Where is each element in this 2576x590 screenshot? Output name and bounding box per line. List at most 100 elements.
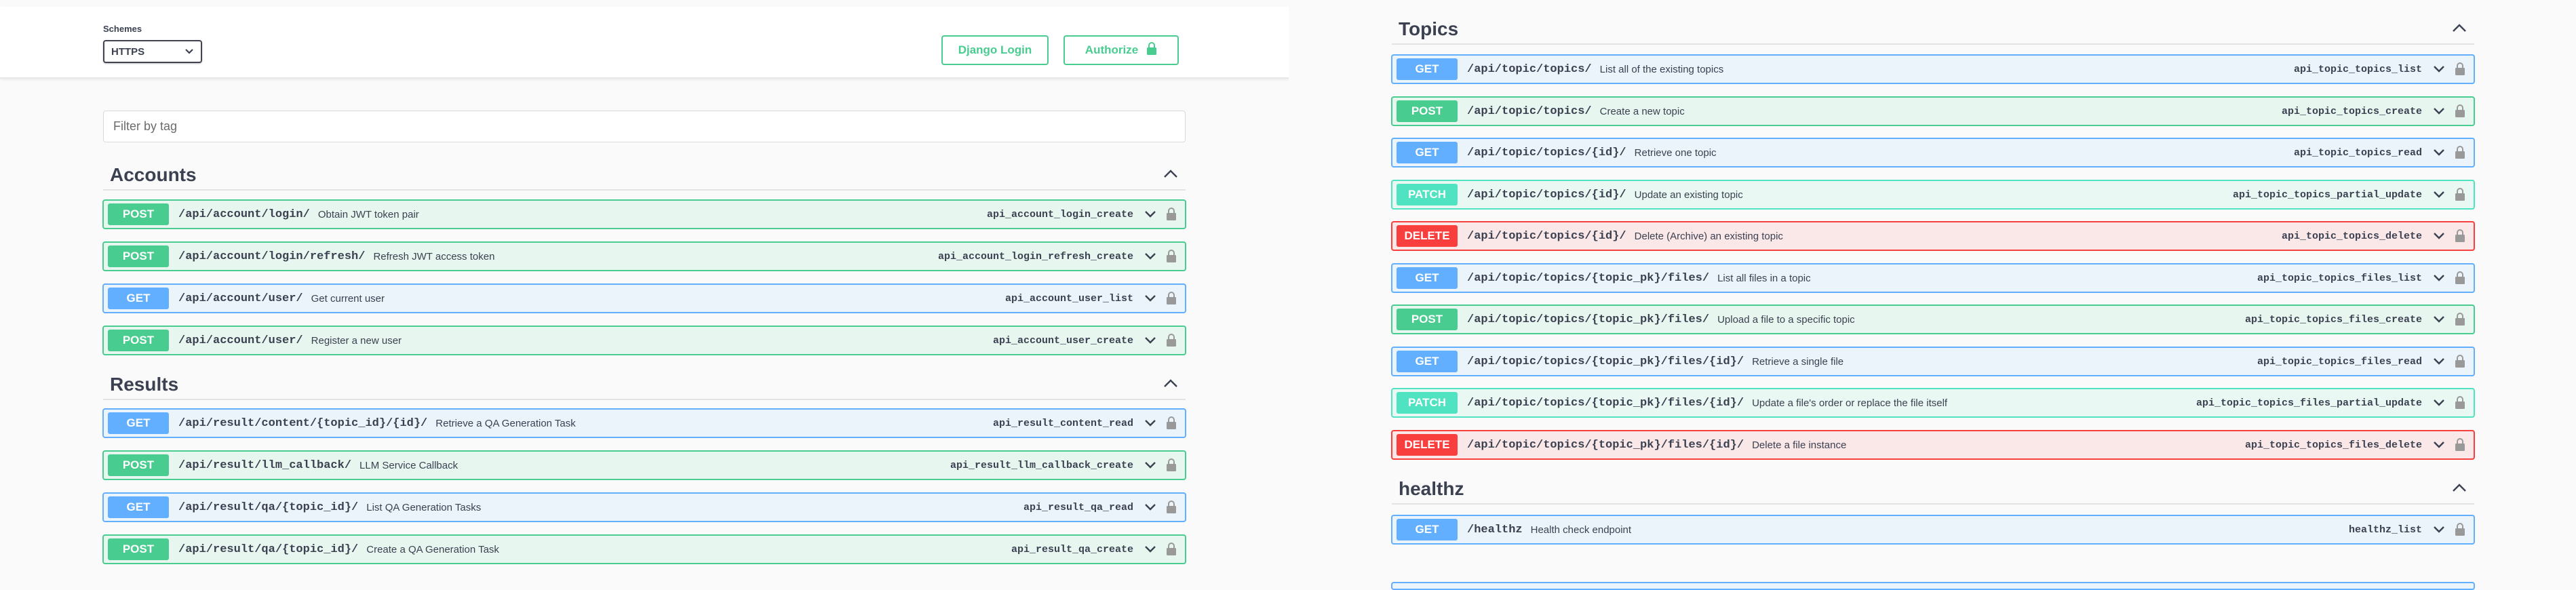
operation-row[interactable]: GET/api/topic/topics/{id}/ Retrieve one t… bbox=[1391, 138, 2475, 168]
operation-id: api_topic_topics_delete bbox=[2281, 230, 2422, 242]
chevron-down-icon[interactable] bbox=[1143, 458, 1158, 473]
lock-icon[interactable] bbox=[2455, 146, 2465, 159]
method-badge: GET bbox=[1397, 142, 1458, 163]
operation-path: /api/result/qa/{topic_id}/ bbox=[178, 500, 359, 514]
chevron-down-icon[interactable] bbox=[1143, 291, 1158, 306]
chevron-up-icon[interactable] bbox=[1163, 168, 1179, 182]
schemes-select[interactable]: HTTPS bbox=[103, 40, 202, 63]
lock-icon[interactable] bbox=[2455, 438, 2465, 452]
operation-id: api_result_qa_read bbox=[1023, 501, 1133, 513]
chevron-down-icon[interactable] bbox=[2432, 229, 2446, 243]
lock-icon[interactable] bbox=[2455, 188, 2465, 201]
chevron-down-icon[interactable] bbox=[2432, 145, 2446, 160]
operation-row[interactable]: DELETE/api/topic/topics/{topic_pk}/files… bbox=[1391, 430, 2475, 460]
chevron-down-icon[interactable] bbox=[2432, 312, 2446, 327]
operation-summary: Create a new topic bbox=[1599, 105, 1685, 117]
operation-summary: Retrieve a QA Generation Task bbox=[435, 417, 576, 429]
chevron-up-icon[interactable] bbox=[1163, 378, 1179, 392]
chevron-down-icon[interactable] bbox=[2432, 354, 2446, 369]
operation-id: api_result_qa_create bbox=[1011, 543, 1133, 555]
right-pane: Topics GET/api/topic/topics/List all of … bbox=[1289, 0, 2576, 590]
operation-row[interactable]: POST/api/account/login/refresh/Refresh J… bbox=[102, 241, 1186, 271]
filter-by-tag-input[interactable] bbox=[103, 111, 1186, 142]
django-login-button[interactable]: Django Login bbox=[941, 35, 1049, 65]
operation-row[interactable]: DELETE/api/topic/topics/{id}/ Delete (Arc… bbox=[1391, 221, 2475, 251]
lock-icon[interactable] bbox=[2455, 62, 2465, 76]
lock-icon[interactable] bbox=[1166, 458, 1177, 472]
operation-path: /api/account/user/ bbox=[178, 334, 303, 347]
method-badge: DELETE bbox=[1397, 225, 1458, 247]
lock-icon[interactable] bbox=[2455, 104, 2465, 118]
operation-row[interactable]: GET/api/topic/topics/{topic_pk}/files/Li… bbox=[1391, 263, 2475, 293]
method-badge: POST bbox=[1397, 100, 1458, 122]
schemes-label: Schemes bbox=[103, 24, 142, 34]
lock-icon[interactable] bbox=[2455, 523, 2465, 536]
operation-row[interactable]: PATCH/api/topic/topics/{id}/ Update an ex… bbox=[1391, 180, 2475, 210]
chevron-down-icon[interactable] bbox=[2432, 187, 2446, 202]
operation-summary: Retrieve a single file bbox=[1752, 355, 1844, 368]
operation-path: /api/account/user/ bbox=[178, 292, 303, 305]
chevron-up-icon[interactable] bbox=[2451, 482, 2467, 496]
operation-row[interactable]: GET/api/topic/topics/List all of the exi… bbox=[1391, 54, 2475, 84]
operation-summary: LLM Service Callback bbox=[359, 459, 458, 471]
lock-icon[interactable] bbox=[1166, 208, 1177, 221]
operation-id: api_account_login_refresh_create bbox=[937, 250, 1133, 262]
operation-path: /api/account/login/refresh/ bbox=[178, 250, 366, 263]
operation-summary: Retrieve one topic bbox=[1634, 146, 1717, 159]
lock-icon[interactable] bbox=[2455, 313, 2465, 326]
operation-row[interactable]: PATCH/api/topic/topics/{topic_pk}/files/… bbox=[1391, 388, 2475, 418]
lock-icon[interactable] bbox=[2455, 396, 2465, 410]
chevron-down-icon[interactable] bbox=[1143, 249, 1158, 264]
operation-row[interactable]: GET/api/account/user/Get current user api… bbox=[102, 283, 1186, 313]
chevron-down-icon[interactable] bbox=[1143, 500, 1158, 515]
operation-row[interactable]: POST/api/account/user/Register a new use… bbox=[102, 326, 1186, 355]
lock-icon[interactable] bbox=[1166, 543, 1177, 556]
operation-row[interactable]: GET/api/topic/topics/{topic_pk}/files/{i… bbox=[1391, 347, 2475, 376]
tag-header-topics[interactable]: Topics bbox=[1392, 15, 2474, 45]
chevron-down-icon[interactable] bbox=[1143, 542, 1158, 557]
lock-icon[interactable] bbox=[1166, 292, 1177, 305]
operation-row[interactable]: POST/api/account/login/Obtain JWT token … bbox=[102, 199, 1186, 229]
lock-icon[interactable] bbox=[1166, 500, 1177, 514]
operation-summary: Delete a file instance bbox=[1752, 439, 1847, 451]
method-badge: GET bbox=[1397, 58, 1458, 80]
chevron-down-icon[interactable] bbox=[1143, 333, 1158, 348]
operation-row[interactable]: GET/healthz Health check endpoint healthz_… bbox=[1391, 515, 2475, 545]
operation-id: api_topic_topics_files_read bbox=[2257, 355, 2422, 368]
chevron-down-icon[interactable] bbox=[2432, 437, 2446, 452]
lock-icon[interactable] bbox=[1166, 334, 1177, 347]
chevron-down-icon[interactable] bbox=[2432, 104, 2446, 119]
lock-icon[interactable] bbox=[1166, 250, 1177, 263]
operation-path: /api/result/qa/{topic_id}/ bbox=[178, 543, 359, 556]
tag-header-accounts[interactable]: Accounts bbox=[103, 161, 1186, 191]
operation-summary: Obtain JWT token pair bbox=[317, 208, 419, 220]
authorize-label: Authorize bbox=[1085, 43, 1139, 56]
operation-row[interactable]: GET/api/result/qa/{topic_id}/ List QA Gen… bbox=[102, 492, 1186, 522]
operation-summary: List all of the existing topics bbox=[1599, 63, 1724, 75]
chevron-down-icon[interactable] bbox=[2432, 62, 2446, 77]
lock-icon[interactable] bbox=[2455, 271, 2465, 285]
chevron-down-icon[interactable] bbox=[2432, 395, 2446, 410]
chevron-up-icon[interactable] bbox=[2451, 22, 2467, 37]
operation-path: /api/result/content/{topic_id}/{id}/ bbox=[178, 416, 428, 430]
lock-icon[interactable] bbox=[2455, 229, 2465, 243]
chevron-down-icon[interactable] bbox=[2432, 271, 2446, 286]
operation-row[interactable]: POST/api/topic/topics/Create a new topic… bbox=[1391, 96, 2475, 126]
operation-summary: Update an existing topic bbox=[1634, 189, 1743, 201]
authorize-button[interactable]: Authorize bbox=[1063, 35, 1179, 65]
chevron-down-icon[interactable] bbox=[2432, 522, 2446, 537]
lock-icon[interactable] bbox=[1166, 416, 1177, 430]
lock-icon[interactable] bbox=[2455, 355, 2465, 368]
chevron-down-icon[interactable] bbox=[1143, 207, 1158, 222]
tag-header-results[interactable]: Results bbox=[103, 370, 1186, 400]
operation-row[interactable]: POST/api/result/qa/{topic_id}/ Create a Q… bbox=[102, 534, 1186, 564]
operation-row[interactable]: GET/api/result/content/{topic_id}/{id}/ R… bbox=[102, 408, 1186, 438]
method-badge: PATCH bbox=[1397, 184, 1458, 205]
operation-path: /healthz bbox=[1467, 523, 1523, 536]
tag-header-healthz[interactable]: healthz bbox=[1392, 475, 2474, 505]
operation-row[interactable]: POST/api/result/llm_callback/LLM Service… bbox=[102, 450, 1186, 480]
operation-row[interactable]: POST/api/topic/topics/{topic_pk}/files/U… bbox=[1391, 304, 2475, 334]
operation-id: api_topic_topics_files_delete bbox=[2244, 439, 2422, 451]
chevron-down-icon[interactable] bbox=[1143, 416, 1158, 431]
operation-summary: Refresh JWT access token bbox=[373, 250, 495, 262]
